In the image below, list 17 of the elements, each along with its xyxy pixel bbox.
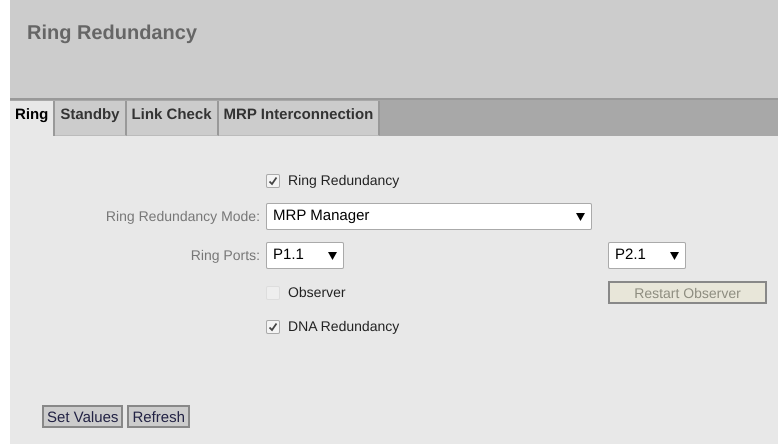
page-title: Ring Redundancy — [27, 22, 198, 44]
checkbox[interactable] — [266, 174, 280, 188]
checkbox-label: Ring Redundancy — [288, 171, 400, 190]
dropdown[interactable]: P2.1 — [608, 242, 686, 269]
checkbox[interactable] — [266, 320, 280, 334]
field-label: Ring Ports: — [190, 246, 260, 265]
dropdown[interactable]: MRP Manager — [266, 203, 592, 230]
action-button[interactable]: Refresh — [127, 405, 190, 428]
field-label: Ring Redundancy Mode: — [106, 207, 260, 226]
tab[interactable]: Ring — [10, 101, 56, 136]
caret-icon — [670, 252, 679, 260]
action-button[interactable]: Set Values — [42, 405, 124, 428]
checkbox-label: DNA Redundancy — [288, 317, 400, 336]
caret-icon — [328, 252, 337, 260]
checkbox-label: Observer — [288, 283, 346, 302]
caret-icon — [576, 212, 585, 220]
dropdown[interactable]: P1.1 — [266, 242, 344, 269]
